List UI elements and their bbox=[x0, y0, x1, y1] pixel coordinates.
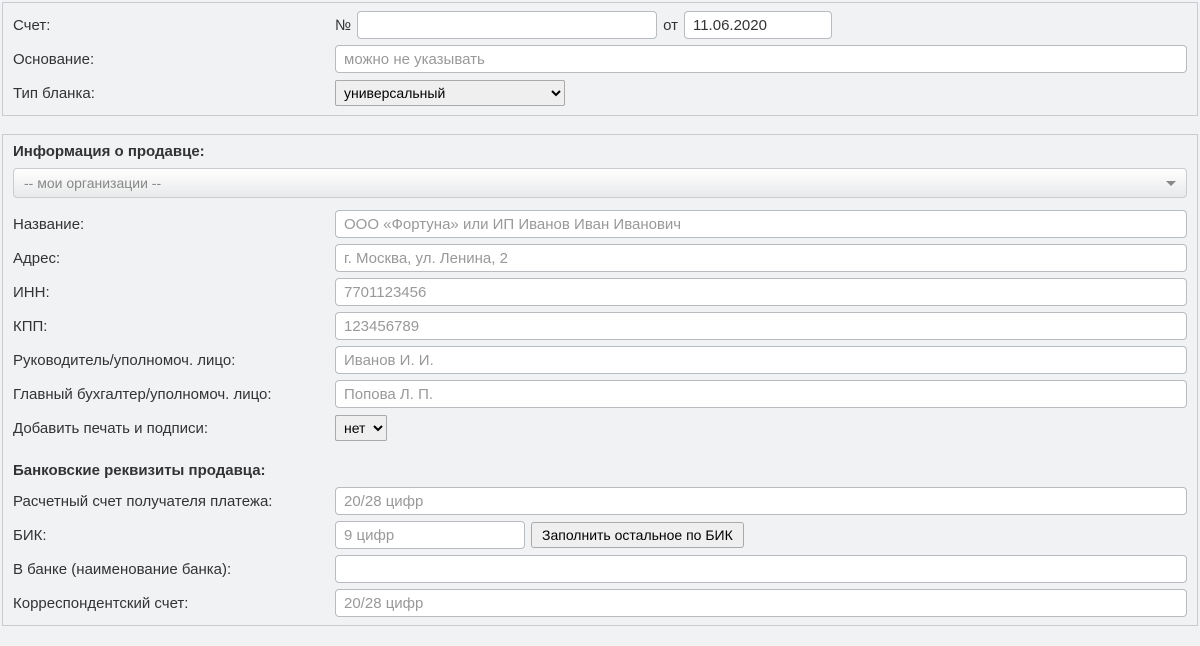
bank-account-label: Расчетный счет получателя платежа: bbox=[13, 493, 335, 510]
basis-label: Основание: bbox=[13, 51, 335, 68]
bank-account-row: Расчетный счет получателя платежа: bbox=[13, 487, 1187, 515]
seller-director-row: Руководитель/уполномоч. лицо: bbox=[13, 346, 1187, 374]
basis-input[interactable] bbox=[335, 45, 1187, 73]
seller-kpp-label: КПП: bbox=[13, 318, 335, 335]
bank-bik-label: БИК: bbox=[13, 527, 335, 544]
seller-inn-input[interactable] bbox=[335, 278, 1187, 306]
seller-stamp-label: Добавить печать и подписи: bbox=[13, 420, 335, 437]
bank-name-label: В банке (наименование банка): bbox=[13, 561, 335, 578]
invoice-header-panel: Счет: № от Основание: Тип бланка: универ… bbox=[2, 2, 1198, 116]
invoice-value-col: № от bbox=[335, 11, 1187, 39]
seller-name-input[interactable] bbox=[335, 210, 1187, 238]
bank-name-input[interactable] bbox=[335, 555, 1187, 583]
my-orgs-dropdown-label: -- мои организации -- bbox=[24, 175, 161, 191]
form-type-label: Тип бланка: bbox=[13, 85, 335, 102]
seller-kpp-row: КПП: bbox=[13, 312, 1187, 340]
seller-director-label: Руководитель/уполномоч. лицо: bbox=[13, 352, 335, 369]
bank-bik-input[interactable] bbox=[335, 521, 525, 549]
date-prefix: от bbox=[663, 17, 678, 34]
seller-accountant-input[interactable] bbox=[335, 380, 1187, 408]
basis-row: Основание: bbox=[13, 45, 1187, 73]
bank-name-row: В банке (наименование банка): bbox=[13, 555, 1187, 583]
seller-accountant-label: Главный бухгалтер/уполномоч. лицо: bbox=[13, 386, 335, 403]
seller-inn-label: ИНН: bbox=[13, 284, 335, 301]
seller-kpp-input[interactable] bbox=[335, 312, 1187, 340]
seller-stamp-row: Добавить печать и подписи: нет bbox=[13, 414, 1187, 442]
form-type-select[interactable]: универсальный bbox=[335, 80, 565, 106]
basis-value-col bbox=[335, 45, 1187, 73]
form-type-value-col: универсальный bbox=[335, 80, 1187, 106]
bank-corr-row: Корреспондентский счет: bbox=[13, 589, 1187, 617]
seller-address-label: Адрес: bbox=[13, 250, 335, 267]
bank-section-title: Банковские реквизиты продавца: bbox=[13, 462, 1187, 479]
invoice-date-input[interactable] bbox=[684, 11, 832, 39]
invoice-label: Счет: bbox=[13, 17, 335, 34]
seller-accountant-row: Главный бухгалтер/уполномоч. лицо: bbox=[13, 380, 1187, 408]
my-orgs-dropdown[interactable]: -- мои организации -- bbox=[13, 168, 1187, 198]
form-type-row: Тип бланка: универсальный bbox=[13, 79, 1187, 107]
seller-section-title: Информация о продавце: bbox=[13, 143, 1187, 160]
seller-address-input[interactable] bbox=[335, 244, 1187, 272]
fill-by-bik-button[interactable]: Заполнить остальное по БИК bbox=[531, 522, 744, 548]
seller-panel: Информация о продавце: -- мои организаци… bbox=[2, 134, 1198, 626]
seller-name-row: Название: bbox=[13, 210, 1187, 238]
bank-corr-input[interactable] bbox=[335, 589, 1187, 617]
bank-bik-row: БИК: Заполнить остальное по БИК bbox=[13, 521, 1187, 549]
seller-stamp-select[interactable]: нет bbox=[335, 415, 387, 441]
bank-account-input[interactable] bbox=[335, 487, 1187, 515]
seller-address-row: Адрес: bbox=[13, 244, 1187, 272]
chevron-down-icon bbox=[1166, 181, 1176, 186]
seller-inn-row: ИНН: bbox=[13, 278, 1187, 306]
seller-name-label: Название: bbox=[13, 216, 335, 233]
bank-corr-label: Корреспондентский счет: bbox=[13, 595, 335, 612]
invoice-number-input[interactable] bbox=[357, 11, 657, 39]
number-prefix: № bbox=[335, 17, 351, 34]
invoice-row: Счет: № от bbox=[13, 11, 1187, 39]
seller-director-input[interactable] bbox=[335, 346, 1187, 374]
